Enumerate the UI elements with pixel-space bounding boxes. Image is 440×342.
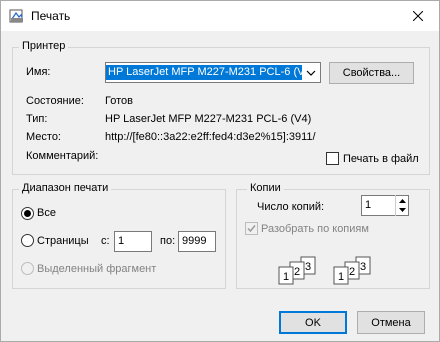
range-selection-radio[interactable] [21, 262, 34, 275]
radio-selected-dot [24, 210, 31, 217]
svg-text:3: 3 [360, 261, 366, 273]
range-selection-label[interactable]: Выделенный фрагмент [37, 263, 156, 275]
collate-checkbox[interactable] [245, 222, 258, 235]
print-dialog: Печать Принтер Имя: HP LaserJet MFP M227… [0, 0, 440, 342]
from-label: с: [101, 235, 110, 247]
svg-text:2: 2 [349, 266, 355, 278]
type-value: HP LaserJet MFP M227-M231 PCL-6 (V4) [105, 113, 312, 125]
collate-label[interactable]: Разобрать по копиям [261, 223, 369, 235]
cancel-button[interactable]: Отмена [357, 311, 425, 334]
printer-name-label: Имя: [26, 66, 51, 78]
close-icon [413, 11, 423, 21]
range-pages-radio[interactable] [21, 234, 34, 247]
range-all-label[interactable]: Все [37, 207, 56, 219]
printer-group-legend: Принтер [19, 40, 69, 52]
range-all-radio[interactable] [21, 207, 34, 220]
status-value: Готов [105, 95, 133, 107]
copies-spinner[interactable] [395, 195, 409, 216]
svg-text:1: 1 [283, 271, 289, 283]
to-label: по: [160, 235, 176, 247]
properties-button[interactable]: Свойства... [329, 62, 414, 84]
svg-text:3: 3 [305, 261, 311, 273]
copies-count-label: Число копий: [257, 201, 325, 213]
copies-legend: Копии [247, 182, 284, 194]
location-value: http://[fe80::3a22:e2ff:fed4:d3e2%15]:39… [105, 131, 316, 143]
title-bar[interactable]: Печать [1, 1, 439, 31]
chevron-down-icon[interactable] [304, 66, 318, 80]
window-title: Печать [31, 9, 71, 23]
status-label: Состояние: [26, 95, 84, 107]
print-range-legend: Диапазон печати [19, 182, 112, 194]
ok-button[interactable]: OK [279, 311, 347, 334]
range-pages-label[interactable]: Страницы [37, 235, 89, 247]
printer-select[interactable]: HP LaserJet MFP M227-M231 PCL-6 (V4) [105, 62, 321, 83]
comment-label: Комментарий: [26, 150, 99, 162]
spin-down-icon[interactable] [396, 205, 409, 215]
to-page-input[interactable]: 9999 [178, 231, 216, 252]
type-label: Тип: [26, 113, 48, 125]
print-to-file-checkbox[interactable] [326, 152, 339, 165]
svg-text:2: 2 [294, 266, 300, 278]
printer-app-icon [9, 8, 25, 24]
location-label: Место: [26, 131, 61, 143]
printer-select-value: HP LaserJet MFP M227-M231 PCL-6 (V4) [106, 65, 302, 80]
svg-text:1: 1 [338, 271, 344, 283]
close-button[interactable] [403, 4, 433, 28]
print-to-file-label[interactable]: Печать в файл [343, 153, 419, 165]
from-page-input[interactable]: 1 [114, 231, 152, 252]
collate-pages-icon: 3 2 1 3 2 1 [278, 256, 371, 285]
checkmark-icon [247, 225, 256, 233]
